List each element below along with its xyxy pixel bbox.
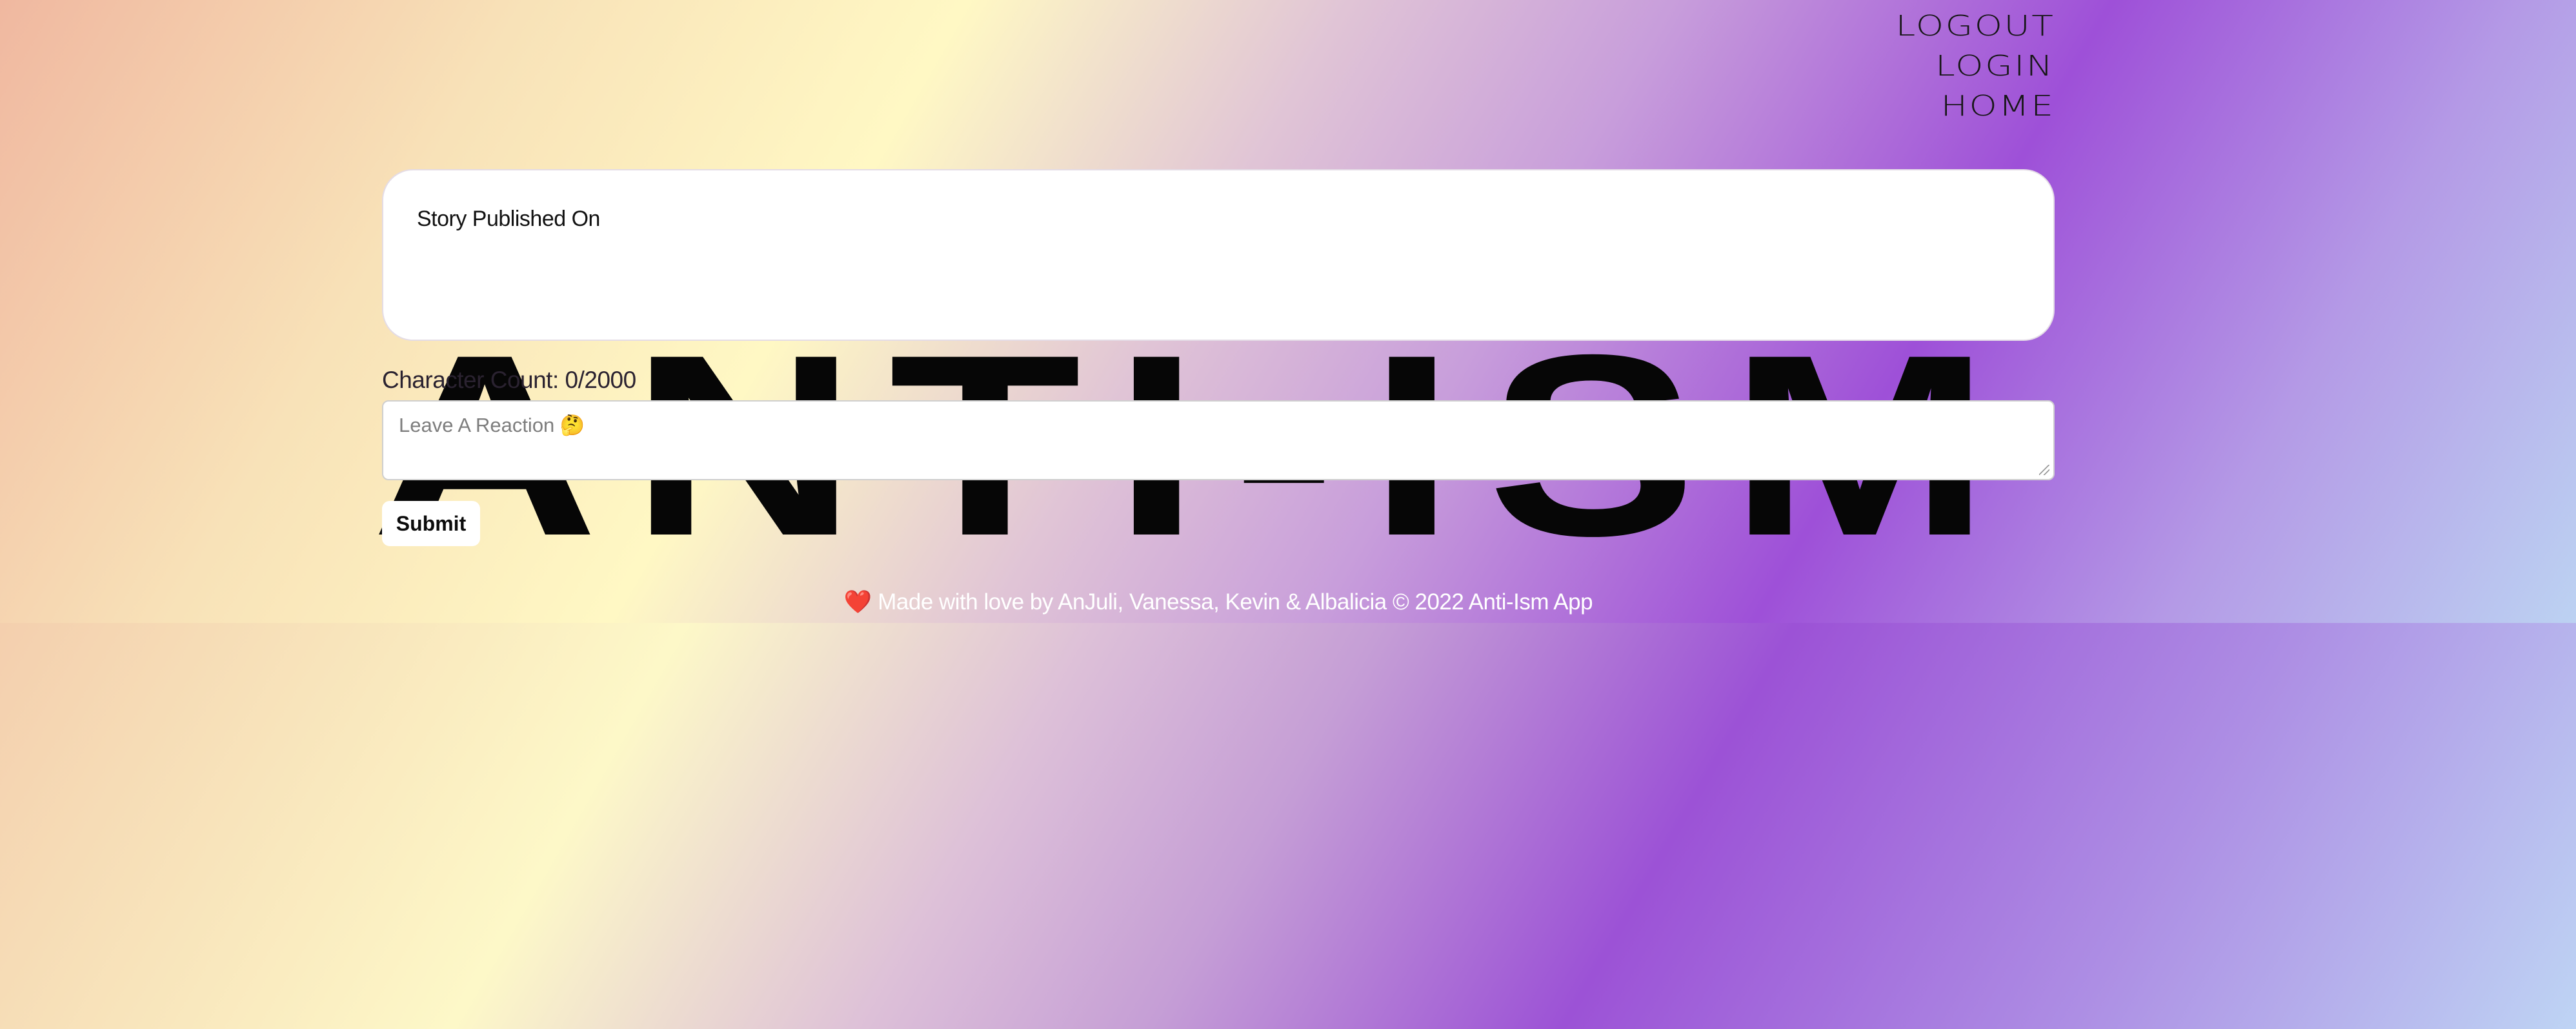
home-link[interactable]: HOME [1940, 89, 2055, 124]
submit-button[interactable]: Submit [382, 501, 480, 546]
story-published-label: Story Published On [417, 207, 600, 231]
top-nav: LOGOUT LOGIN HOME [1895, 9, 2055, 124]
story-card: Story Published On [382, 169, 2055, 341]
footer-text: Made with love by AnJuli, Vanessa, Kevin… [878, 589, 1593, 615]
character-count: Character Count: 0/2000 [382, 367, 636, 393]
heart-icon: ❤️ [843, 589, 872, 615]
footer: ❤️ Made with love by AnJuli, Vanessa, Ke… [0, 589, 2437, 615]
resize-handle-icon[interactable] [2039, 465, 2049, 475]
reaction-textarea[interactable]: Leave A Reaction 🤔 [382, 400, 2055, 480]
login-link[interactable]: LOGIN [1936, 49, 2055, 84]
reaction-placeholder: Leave A Reaction 🤔 [399, 414, 585, 436]
logout-link[interactable]: LOGOUT [1895, 9, 2055, 44]
